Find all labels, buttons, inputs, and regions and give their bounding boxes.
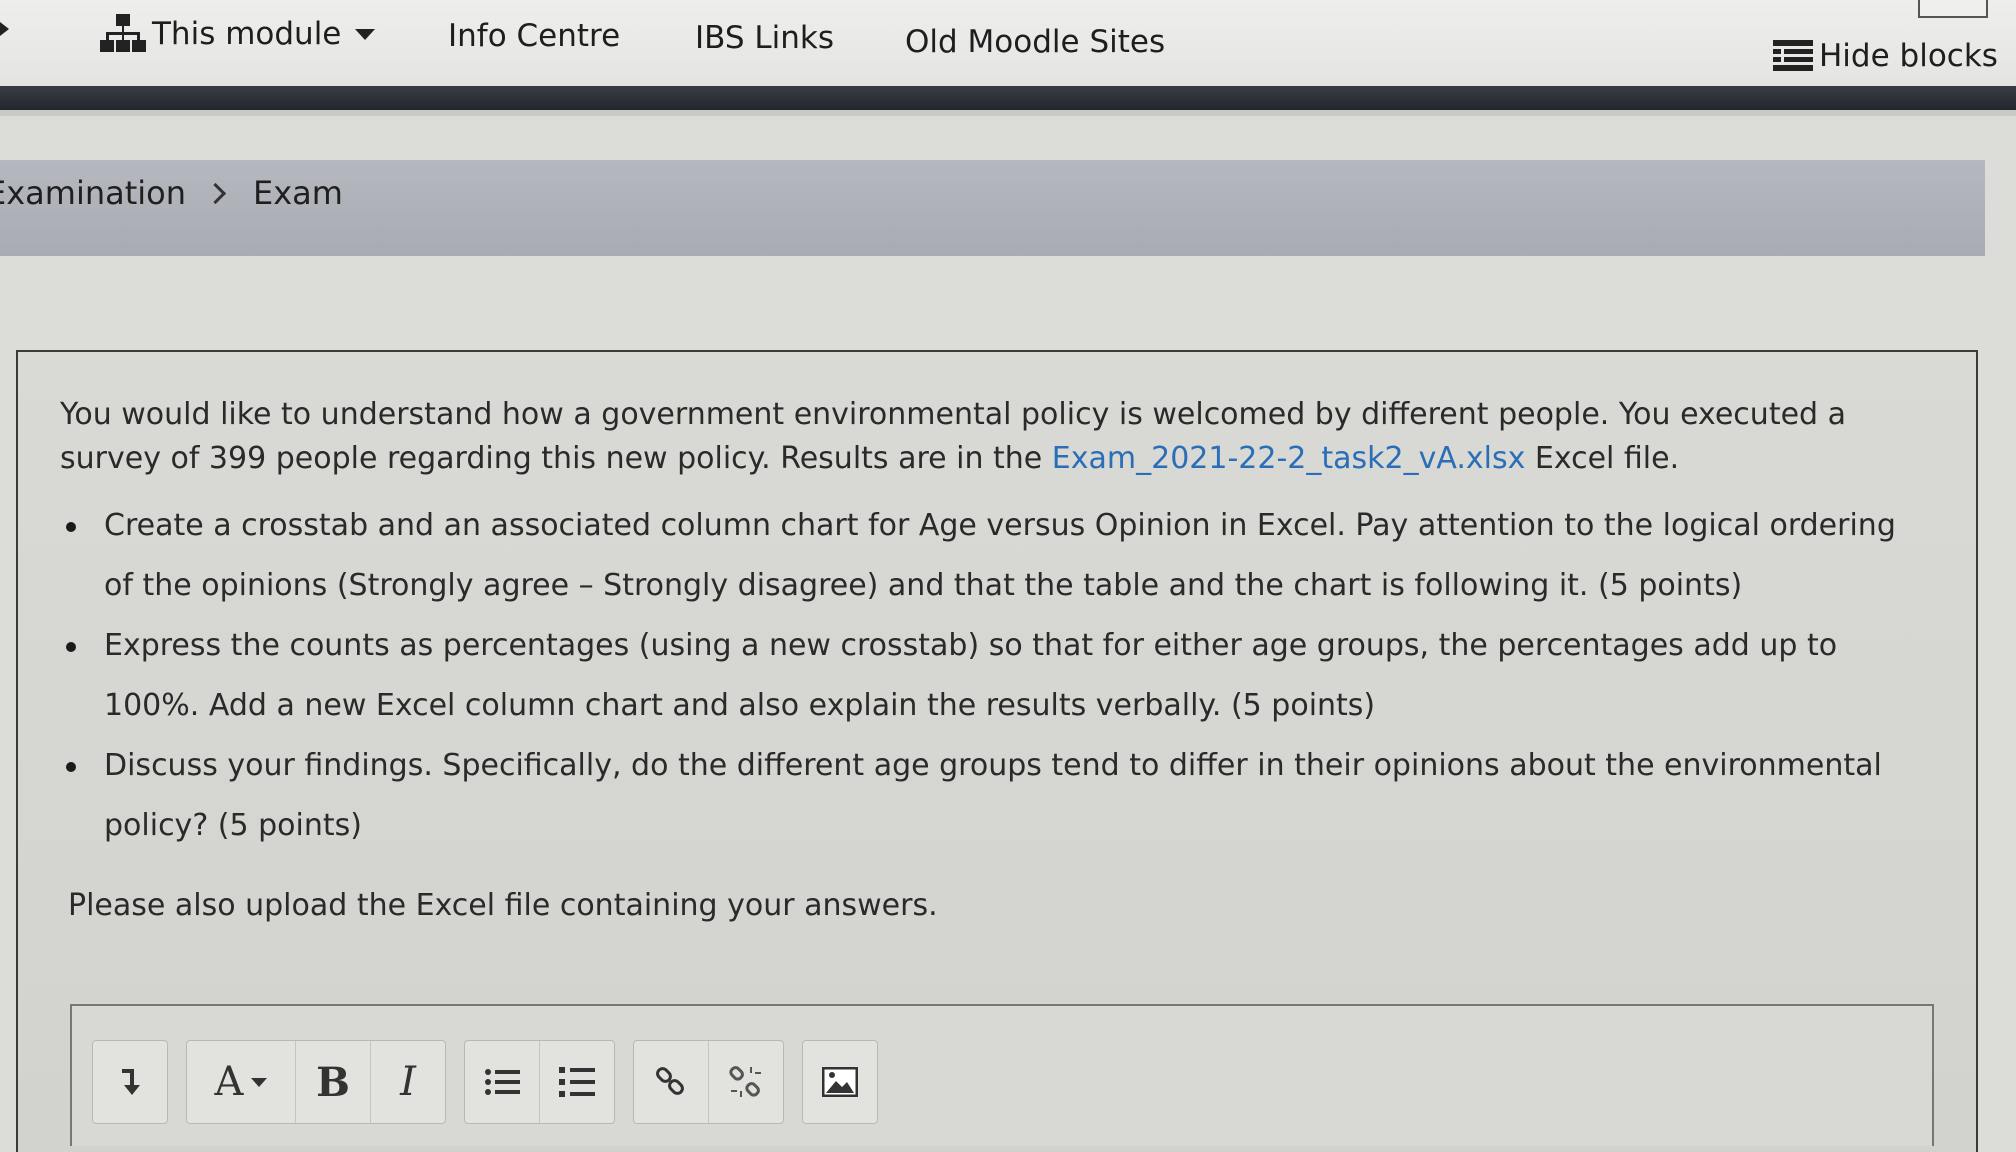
list-icon: [1773, 40, 1813, 71]
image-icon: [822, 1067, 858, 1097]
ordered-list-button[interactable]: [539, 1041, 614, 1123]
font-style-label: A: [214, 1059, 244, 1105]
caret-down-icon: [251, 1077, 268, 1087]
top-navigation: This module Info Centre IBS Links Old Mo…: [0, 0, 2016, 88]
caret-down-icon: [355, 28, 376, 40]
font-style-button[interactable]: A: [187, 1041, 295, 1123]
unlink-button[interactable]: [708, 1041, 783, 1123]
ordered-list-icon: [559, 1067, 595, 1097]
nav-divider-shadow: [0, 110, 2016, 116]
hide-blocks-button[interactable]: Hide blocks: [1773, 38, 1998, 74]
editor-toolbar: A B I: [92, 1040, 878, 1124]
nav-info-centre[interactable]: Info Centre: [448, 18, 620, 54]
unlink-icon: [729, 1066, 761, 1097]
unordered-list-icon: [485, 1069, 520, 1095]
italic-label: I: [400, 1059, 416, 1105]
menu-arrow-icon[interactable]: [0, 22, 9, 36]
bold-button[interactable]: B: [295, 1041, 370, 1123]
list-item: Create a crosstab and an associated colu…: [62, 496, 1922, 616]
list-item: Discuss your findings. Specifically, do …: [62, 736, 1922, 856]
this-module-menu[interactable]: This module: [100, 14, 376, 54]
sitemap-icon: [100, 14, 146, 52]
bold-label: B: [316, 1058, 350, 1106]
link-icon: [656, 1067, 684, 1095]
question-intro: You would like to understand how a gover…: [60, 393, 1910, 481]
nav-divider-bar: [0, 86, 2016, 110]
upload-note: Please also upload the Excel file contai…: [68, 888, 938, 923]
insert-image-button[interactable]: [803, 1041, 877, 1123]
breadcrumb-item-examination[interactable]: Examination: [0, 174, 186, 212]
insert-link-button[interactable]: [634, 1041, 708, 1123]
window-control[interactable]: [1918, 0, 1988, 18]
breadcrumb: Examination Exam: [0, 174, 343, 212]
expand-toolbar-icon: [122, 1069, 140, 1095]
list-item: Express the counts as percentages (using…: [62, 616, 1922, 736]
breadcrumb-item-exam[interactable]: Exam: [253, 174, 343, 212]
nav-ibs-links[interactable]: IBS Links: [695, 20, 834, 56]
unordered-list-button[interactable]: [465, 1041, 539, 1123]
chevron-right-icon: [204, 182, 227, 204]
hide-blocks-label: Hide blocks: [1819, 38, 1998, 74]
nav-old-moodle-sites[interactable]: Old Moodle Sites: [905, 24, 1165, 60]
task-list: Create a crosstab and an associated colu…: [62, 496, 1922, 856]
excel-file-link[interactable]: Exam_2021-22-2_task2_vA.xlsx: [1052, 441, 1526, 476]
italic-button[interactable]: I: [370, 1041, 445, 1123]
intro-text-end: Excel file.: [1525, 441, 1680, 476]
expand-toolbar-button[interactable]: [93, 1041, 167, 1123]
this-module-label: This module: [152, 16, 342, 52]
